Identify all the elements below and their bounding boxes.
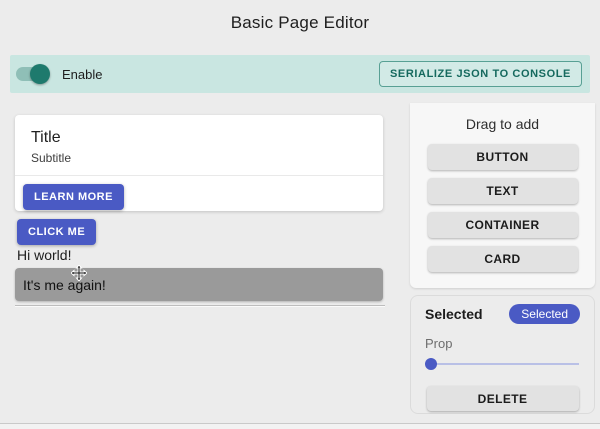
enable-label: Enable [62,67,102,82]
delete-button[interactable]: DELETE [427,386,579,411]
slider-thumb[interactable] [425,358,437,370]
palette-item-card[interactable]: CARD [428,246,578,272]
text-component-selected[interactable]: It's me again! [15,268,383,301]
toggle-thumb [30,64,50,84]
card-title: Title [15,115,383,147]
toolbar: Enable SERIALIZE JSON TO CONSOLE [10,55,590,93]
palette-item-text[interactable]: TEXT [428,178,578,204]
slider-rail [426,363,579,365]
prop-slider[interactable] [426,358,579,370]
card-actions: LEARN MORE [15,176,383,218]
enable-toggle[interactable]: Enable [16,64,102,84]
palette-panel: Drag to add BUTTON TEXT CONTAINER CARD [410,103,595,288]
learn-more-button[interactable]: LEARN MORE [23,184,124,210]
card-subtitle: Subtitle [15,147,383,175]
canvas-divider [15,305,385,307]
selected-row: Selected Selected [411,296,594,324]
card-component[interactable]: Title Subtitle LEARN MORE [15,115,383,211]
palette-title: Drag to add [410,103,595,132]
prop-label: Prop [425,336,580,351]
bottom-divider [0,423,600,429]
toggle-switch-icon[interactable] [16,64,50,84]
palette-item-button[interactable]: BUTTON [428,144,578,170]
selected-label: Selected [425,306,483,322]
click-me-button[interactable]: CLICK ME [17,219,96,245]
text-component[interactable]: Hi world! [17,247,71,263]
palette-item-container[interactable]: CONTAINER [428,212,578,238]
serialize-json-button[interactable]: SERIALIZE JSON TO CONSOLE [379,61,582,87]
page-title: Basic Page Editor [0,13,600,33]
inspector-panel: Selected Selected Prop DELETE [410,295,595,414]
selected-chip: Selected [509,304,580,324]
